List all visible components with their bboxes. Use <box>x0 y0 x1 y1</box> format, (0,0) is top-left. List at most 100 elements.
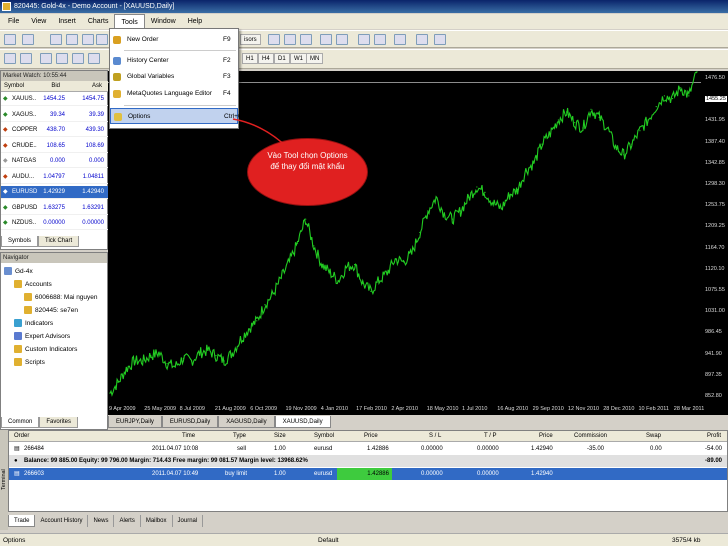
horizontal-line-icon[interactable] <box>56 53 68 64</box>
navigator-icon[interactable] <box>82 34 94 45</box>
menu-separator <box>124 105 236 106</box>
price-point <box>158 352 160 354</box>
callout-line-2: để thay đổi mật khẩu <box>270 162 345 171</box>
market-watch-row[interactable]: ◆ GBPUSD 1.63275 1.63291 <box>1 202 108 215</box>
price-point <box>296 242 299 244</box>
price-point <box>190 360 193 362</box>
order-row-selected[interactable]: ▤ 266603 2011.04.07 10:49 buy limit 1.00… <box>9 468 727 480</box>
bar-chart-icon[interactable] <box>268 34 280 45</box>
market-watch-row[interactable]: ◆ XAUUS.. 1454.25 1454.75 <box>1 93 108 106</box>
channel-icon[interactable] <box>88 53 100 64</box>
expert-advisors-button[interactable]: isors <box>240 34 261 45</box>
market-watch-row[interactable]: ◆ NATGAS 0.000 0.000 <box>1 155 108 168</box>
col-symbol: Symbol <box>4 83 25 89</box>
timeframe-mn[interactable]: MN <box>306 53 324 64</box>
crosshair-icon[interactable] <box>20 53 32 64</box>
menu-insert[interactable]: Insert <box>52 14 82 29</box>
tick-direction-icon: ◆ <box>3 158 8 164</box>
chart-tab-xagusd[interactable]: XAGUSD,Daily <box>218 416 275 428</box>
price-point <box>321 263 323 266</box>
cursor-icon[interactable] <box>4 53 16 64</box>
zoom-in-icon[interactable] <box>320 34 332 45</box>
menu-separator <box>124 50 236 51</box>
menu-charts[interactable]: Charts <box>82 14 115 29</box>
price-point <box>394 258 396 260</box>
timeframe-d1[interactable]: D1 <box>274 53 290 64</box>
zoom-out-icon[interactable] <box>336 34 348 45</box>
market-watch-row[interactable]: ◆ COPPER 438.70 439.30 <box>1 124 108 137</box>
tools-menu-item-global-variables[interactable]: Global Variables F3 <box>110 69 238 85</box>
timeframe-w1[interactable]: W1 <box>290 53 307 64</box>
data-window-icon[interactable] <box>66 34 78 45</box>
new-chart-icon[interactable] <box>4 34 16 45</box>
menu-file[interactable]: File <box>2 14 25 29</box>
tab-common[interactable]: Common <box>1 417 40 428</box>
menu-item-shortcut: Ctrl+O <box>224 113 243 120</box>
price-point <box>215 355 217 357</box>
market-watch-title: Market Watch: 10:55:44 <box>1 71 107 81</box>
menu-view[interactable]: View <box>25 14 52 29</box>
chart-tab-xauusd[interactable]: XAUUSD,Daily <box>274 416 331 428</box>
market-watch-icon[interactable] <box>50 34 62 45</box>
tools-menu-item-metaquotes-language-editor[interactable]: MetaQuotes Language Editor F4 <box>110 86 238 102</box>
navigator-item[interactable]: Expert Advisors <box>14 332 70 342</box>
terminal-icon <box>4 267 12 276</box>
price-point <box>109 392 111 394</box>
tab-favorites[interactable]: Favorites <box>39 417 79 428</box>
tab-news[interactable]: News <box>88 515 115 527</box>
market-watch-header: Symbol Bid Ask <box>1 81 108 92</box>
indicators-add-icon[interactable] <box>394 34 406 45</box>
trendline-icon[interactable] <box>72 53 84 64</box>
timeframe-h4[interactable]: H4 <box>258 53 274 64</box>
chart-tab-eurjpy[interactable]: EURJPY,Daily <box>108 416 162 428</box>
tab-trade[interactable]: Trade <box>8 515 36 527</box>
market-watch-row[interactable]: ◆ EURUSD 1.42929 1.42940 <box>1 186 108 199</box>
terminal-icon[interactable] <box>96 34 108 45</box>
autoscroll-icon[interactable] <box>374 34 386 45</box>
time-tick-label: 17 Feb 2010 <box>356 406 387 412</box>
menu-item-label: Global Variables <box>127 73 175 80</box>
tab-tick-chart[interactable]: Tick Chart <box>38 236 80 247</box>
tab-mailbox[interactable]: Mailbox <box>141 515 173 527</box>
order-row[interactable]: ▤ 266484 2011.04.07 10:08 sell 1.00 euru… <box>9 443 727 455</box>
order-swap: 0.00 <box>650 446 662 452</box>
market-watch-row[interactable]: ◆ AUDU... 1.04797 1.04811 <box>1 171 108 184</box>
market-watch-row[interactable]: ◆ XAGUS.. 39.34 39.39 <box>1 109 108 122</box>
candle-chart-icon[interactable] <box>284 34 296 45</box>
chart-tab-eurusd[interactable]: EURUSD,Daily <box>161 416 219 428</box>
price-point <box>313 245 315 247</box>
navigator-item[interactable]: 820445: se7en <box>24 306 78 316</box>
tile-windows-icon[interactable] <box>358 34 370 45</box>
tools-menu-item-history-center[interactable]: History Center F2 <box>110 53 238 69</box>
tab-symbols[interactable]: Symbols <box>1 236 39 247</box>
tab-account-history[interactable]: Account History <box>35 515 89 527</box>
price-point <box>525 170 527 172</box>
tab-journal[interactable]: Journal <box>173 515 204 527</box>
menu-window[interactable]: Window <box>145 14 182 29</box>
timeframe-h1[interactable]: H1 <box>242 53 258 64</box>
line-chart-icon[interactable] <box>300 34 312 45</box>
order-size: 1.00 <box>274 446 286 452</box>
vertical-line-icon[interactable] <box>40 53 52 64</box>
menu-item-label: History Center <box>127 57 169 64</box>
market-watch-row[interactable]: ◆ CRUDE.. 108.65 108.69 <box>1 140 108 153</box>
tick-direction-icon: ◆ <box>3 220 8 226</box>
market-watch-row[interactable]: ◆ NZDUS.. 0.00000 0.00000 <box>1 217 108 230</box>
templates-icon[interactable] <box>434 34 446 45</box>
tab-alerts[interactable]: Alerts <box>114 515 141 527</box>
tools-menu-item-new-order[interactable]: New Order F9 <box>110 32 238 48</box>
navigator-item[interactable]: Accounts <box>14 280 52 290</box>
navigator-item[interactable]: Custom Indicators <box>14 345 77 355</box>
price-tick-label: 1455.25 <box>705 96 727 103</box>
order-price-highlight[interactable]: 1.42886 <box>337 468 392 480</box>
periods-icon[interactable] <box>416 34 428 45</box>
col-ask: Ask <box>91 83 102 89</box>
navigator-item[interactable]: 6006688: Mai nguyen <box>24 293 98 303</box>
callout-line-1: Vào Tool chọn Options <box>267 151 348 160</box>
navigator-item[interactable]: Indicators <box>14 319 53 329</box>
navigator-item[interactable]: Scripts <box>14 358 45 368</box>
navigator-item[interactable]: Gd-4x <box>4 267 33 277</box>
profiles-icon[interactable] <box>22 34 34 45</box>
tools-menu-item-options[interactable]: Options Ctrl+O <box>110 108 243 124</box>
menu-help[interactable]: Help <box>182 14 208 29</box>
